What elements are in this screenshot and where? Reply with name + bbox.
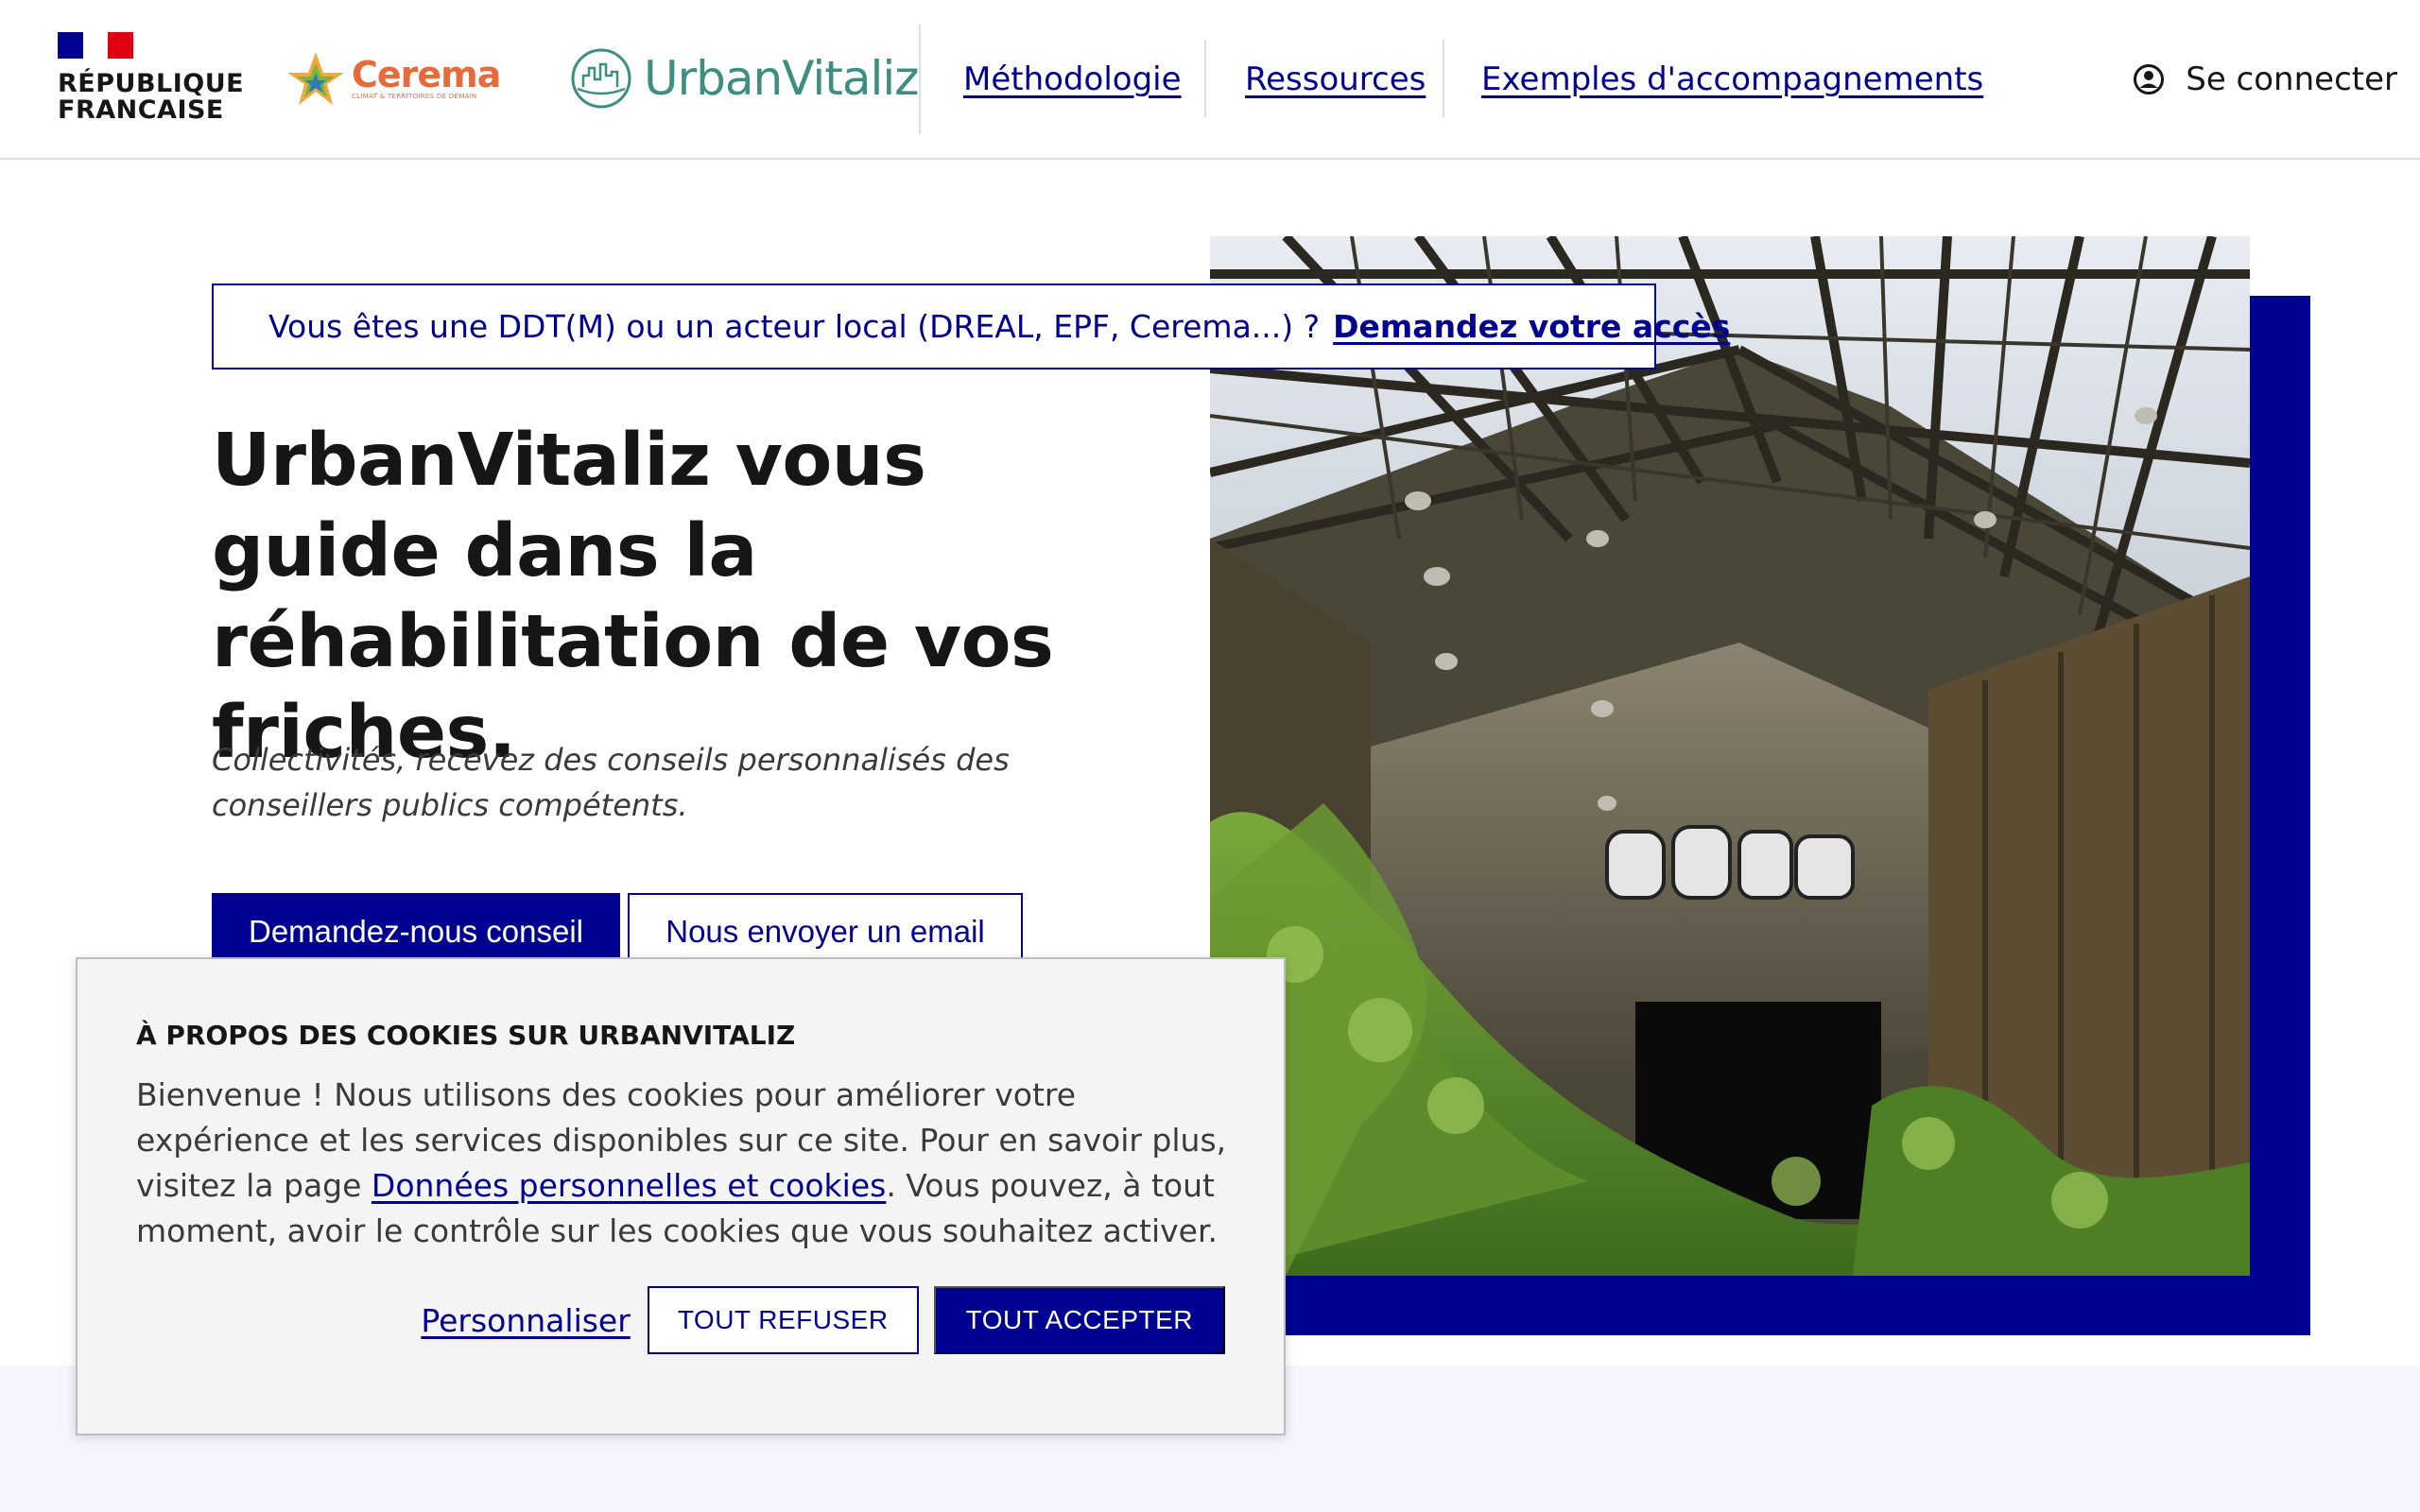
hero-image-abandoned-factory [1210,236,2250,1276]
cerema-name: Cerema [352,54,501,95]
urbanvitaliz-emblem-icon [571,48,631,109]
nav-methodologie[interactable]: Méthodologie [963,60,1182,98]
republique-francaise-logo[interactable]: RÉPUBLIQUE FRANCAISE [58,32,245,125]
urbanvitaliz-logo[interactable]: UrbanVitaliz [570,45,919,112]
privacy-cookies-link[interactable]: Données personnelles et cookies [372,1167,886,1204]
user-account-icon [2134,64,2165,94]
rf-text-line1: RÉPUBLIQUE [58,69,245,98]
rf-text: RÉPUBLIQUE FRANCAISE [58,69,245,125]
urbanvitaliz-name: UrbanVitaliz [644,51,919,106]
cookie-consent-dialog: À PROPOS DES COOKIES SUR URBANVITALIZ Bi… [76,957,1286,1435]
cookie-actions: Personnaliser TOUT REFUSER TOUT ACCEPTER [421,1286,1225,1354]
french-flag-icon [58,32,134,59]
nav-divider [1443,40,1444,117]
request-access-link[interactable]: Demandez votre accès [1333,308,1730,345]
hero-subtitle: Collectivités, recevez des conseils pers… [212,742,1010,823]
customize-cookies-link[interactable]: Personnaliser [421,1302,630,1339]
access-request-banner: Vous êtes une DDT(M) ou un acteur local … [212,284,1730,369]
site-header: RÉPUBLIQUE FRANCAISE Cerema CLIMAT & TER… [0,0,2420,160]
banner-text: Vous êtes une DDT(M) ou un acteur local … [268,308,1321,345]
login-link[interactable]: Se connecter [2133,60,2397,98]
cookie-description: Bienvenue ! Nous utilisons des cookies p… [136,1073,1242,1254]
nav-ressources[interactable]: Ressources [1245,60,1426,98]
rf-text-line2: FRANCAISE [58,95,224,125]
nav-exemples[interactable]: Exemples d'accompagnements [1481,60,1983,98]
nav-divider [1204,40,1206,117]
hero-title: UrbanVitaliz vous guide dans la réhabili… [212,419,1054,775]
cerema-logo[interactable]: Cerema CLIMAT & TERRITOIRES DE DEMAIN [284,47,501,110]
login-label: Se connecter [2186,60,2397,98]
refuse-all-button[interactable]: TOUT REFUSER [647,1286,919,1354]
header-divider [919,25,921,134]
accept-all-button[interactable]: TOUT ACCEPTER [933,1286,1225,1354]
cerema-mark-icon [284,48,348,109]
cookie-title: À PROPOS DES COOKIES SUR URBANVITALIZ [136,1020,796,1051]
